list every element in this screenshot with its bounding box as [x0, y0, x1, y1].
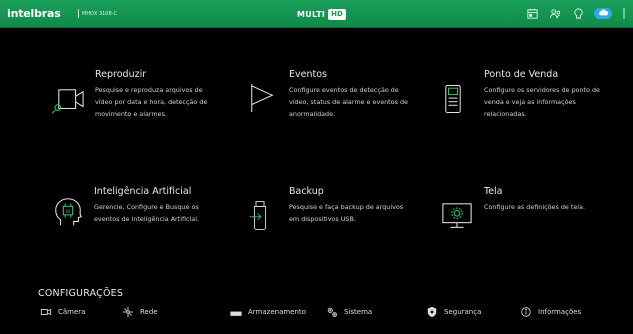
playback-camera-icon — [51, 89, 84, 114]
config-item-label: Armazenamento — [248, 308, 306, 316]
logo-hd-badge: HD — [328, 8, 346, 20]
tile-eventos[interactable]: Eventos Configure eventos de detecção de… — [240, 65, 430, 135]
close-icon[interactable] — [621, 6, 627, 20]
tile-title: Eventos — [289, 69, 327, 80]
tile-description: Configure os servidores de ponto de vend… — [484, 84, 600, 120]
desc-line: Gerencie, Configure e Busque os — [94, 203, 199, 211]
desc-line: anormalidade. — [289, 110, 336, 118]
desc-line: movimento e alarmes. — [95, 110, 167, 118]
config-item-label: Câmera — [58, 308, 86, 316]
brand-logo: intelbras — [7, 7, 61, 20]
desc-line: venda e veja as informações — [484, 98, 576, 106]
tile-description: Pesquise e reproduza arquivos de vídeo p… — [95, 84, 207, 120]
desc-line: em dispositivos USB. — [289, 215, 356, 223]
tile-ponto-de-venda[interactable]: Ponto de Venda Configure os servidores d… — [440, 65, 630, 135]
tile-tela[interactable]: Tela Configure as definições de tela. — [440, 183, 630, 243]
desc-line: Pesquise e reproduza arquivos de — [95, 86, 203, 94]
tile-title: Tela — [484, 186, 503, 197]
camera-icon — [40, 308, 52, 316]
pos-terminal-icon — [445, 85, 461, 113]
tile-title: Ponto de Venda — [484, 69, 559, 80]
config-item-camera[interactable]: Câmera — [40, 305, 85, 319]
config-item-sistema[interactable]: Sistema — [326, 305, 372, 319]
ai-head-icon: IA — [55, 198, 83, 226]
users-icon[interactable] — [548, 6, 562, 20]
logo-multi-text: MULTI — [297, 9, 326, 19]
ptz-icon[interactable] — [571, 6, 585, 20]
tile-description: Configure eventos de detecção de vídeo, … — [289, 84, 408, 120]
top-bar: intelbras MHDX 3108-C MULTI HD — [0, 0, 633, 28]
config-item-label: Rede — [140, 308, 158, 316]
config-section-title: CONFIGURAÇÕES — [38, 288, 124, 299]
brand-divider — [78, 9, 79, 18]
config-item-informacoes[interactable]: Informações — [520, 305, 581, 319]
config-item-label: Sistema — [344, 308, 373, 316]
usb-backup-icon — [249, 201, 267, 231]
tile-title: Inteligência Artificial — [94, 186, 192, 197]
config-item-label: Segurança — [444, 308, 482, 316]
info-icon — [521, 307, 531, 317]
desc-line: vídeo por data e hora, detecção de — [95, 98, 208, 106]
desc-line: Configure os servidores de ponto de — [484, 86, 600, 94]
svg-text:IA: IA — [66, 209, 71, 215]
desc-line: Configure as definições de tela. — [484, 203, 586, 211]
desc-line: Pesquise e faça backup de arquivos — [289, 203, 404, 211]
gears-icon — [327, 307, 337, 317]
calendar-icon[interactable] — [525, 6, 539, 20]
config-item-seguranca[interactable]: Segurança — [426, 305, 481, 319]
monitor-settings-icon — [442, 203, 472, 228]
tile-title: Reproduzir — [95, 69, 147, 80]
tile-backup[interactable]: Backup Pesquise e faça backup de arquivo… — [240, 183, 430, 243]
tile-description: Configure as definições de tela. — [484, 201, 585, 213]
config-menu: Câmera Rede Armazenamento Sistema Segura… — [36, 305, 616, 319]
cloud-icon[interactable] — [594, 7, 612, 19]
config-item-rede[interactable]: Rede — [122, 305, 158, 319]
tile-description: Gerencie, Configure e Busque os eventos … — [94, 201, 199, 225]
desc-line: Configure eventos de detecção de — [289, 86, 399, 94]
flag-icon — [251, 84, 274, 112]
desc-line: relacionadas. — [484, 110, 527, 118]
shield-icon — [427, 306, 437, 318]
top-icons — [525, 6, 627, 20]
desc-line: eventos de Inteligência Artificial. — [94, 215, 200, 223]
tile-description: Pesquise e faça backup de arquivos em di… — [289, 201, 403, 225]
device-model: MHDX 3108-C — [82, 11, 117, 17]
tile-inteligencia-artificial[interactable]: IA Inteligência Artificial Gerencie, Con… — [40, 183, 230, 243]
config-item-label: Informações — [538, 308, 582, 316]
tile-reproduzir[interactable]: Reproduzir Pesquise e reproduza arquivos… — [40, 65, 230, 135]
desc-line: vídeo, status de alarme e eventos de — [289, 98, 408, 106]
multihd-logo: MULTI HD — [297, 8, 346, 20]
tile-title: Backup — [289, 186, 324, 197]
storage-icon — [230, 311, 242, 316]
network-icon — [122, 306, 134, 318]
config-item-armazenamento[interactable]: Armazenamento — [230, 305, 306, 319]
